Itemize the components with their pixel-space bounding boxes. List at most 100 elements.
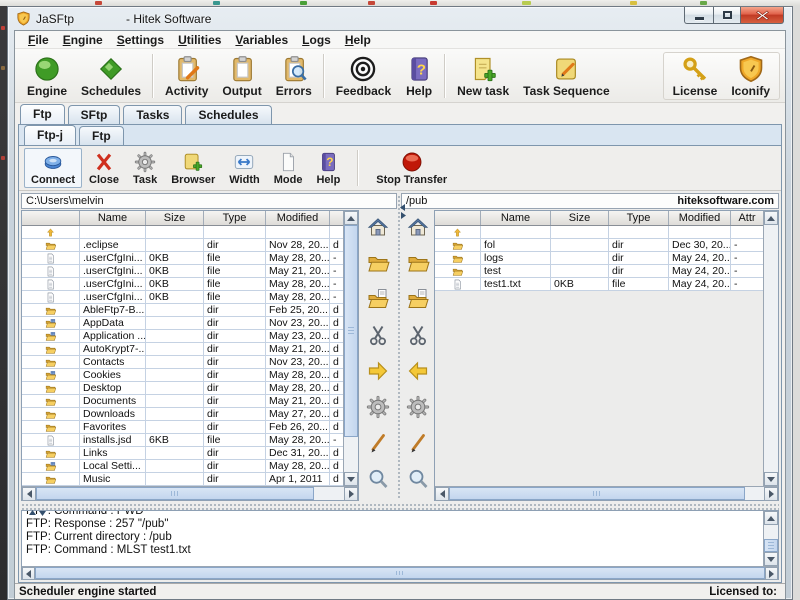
scrollbar-thumb[interactable] xyxy=(764,539,778,552)
local-vertical-scrollbar[interactable] xyxy=(343,211,358,486)
panel-splitter[interactable] xyxy=(397,195,401,499)
file-row-AppData[interactable]: AppDatadirNov 23, 20...d xyxy=(22,317,343,330)
file-row-logs[interactable]: logsdirMay 24, 20...- xyxy=(435,252,763,265)
file-row-AutoKrypt7-...[interactable]: AutoKrypt7-...dirMay 21, 20...d xyxy=(22,343,343,356)
scrollbar-track[interactable] xyxy=(745,487,764,500)
scroll-down-button[interactable] xyxy=(344,472,358,486)
file-row-installs.jsd[interactable]: installs.jsd6KBfileMay 28, 20...- xyxy=(22,434,343,447)
scrollbar-track[interactable] xyxy=(344,437,358,472)
scrollbar-thumb[interactable] xyxy=(35,567,765,579)
scroll-left-button[interactable] xyxy=(435,487,449,501)
log-output[interactable]: FTP: Command : PWDFTP: Response : 257 "/… xyxy=(22,511,763,566)
license-button[interactable]: License xyxy=(666,53,725,99)
scissors-button[interactable] xyxy=(366,323,390,352)
pen-button[interactable] xyxy=(406,431,430,460)
close-button[interactable] xyxy=(740,7,784,24)
column-header-type[interactable]: Type xyxy=(609,211,669,225)
scroll-up-button[interactable] xyxy=(344,211,358,225)
splitter-collapse-down-icon[interactable] xyxy=(39,504,46,522)
new-task-button[interactable]: New task xyxy=(450,53,516,99)
menu-help[interactable]: Help xyxy=(338,33,378,47)
file-row-.userCfgIni...[interactable]: .userCfgIni...0KBfileMay 28, 20...- xyxy=(22,291,343,304)
file-row-.eclipse[interactable]: .eclipsedirNov 28, 20...d xyxy=(22,239,343,252)
column-header-attr[interactable]: Attr xyxy=(731,211,763,225)
column-header-blank[interactable] xyxy=(330,211,343,225)
column-header-size[interactable]: Size xyxy=(146,211,204,225)
home-button[interactable] xyxy=(366,215,390,244)
arrow-left-button[interactable] xyxy=(406,359,430,388)
column-header-modified[interactable]: Modified xyxy=(669,211,731,225)
menu-file[interactable]: File xyxy=(21,33,56,47)
file-row-Music[interactable]: MusicdirApr 1, 2011d xyxy=(22,473,343,486)
scroll-right-button[interactable] xyxy=(344,487,358,501)
help-button[interactable]: ?Help xyxy=(398,53,440,99)
column-header-blank[interactable] xyxy=(435,211,481,225)
menu-logs[interactable]: Logs xyxy=(295,33,338,47)
activity-button[interactable]: Activity xyxy=(158,53,215,99)
file-row-AbleFtp7-B...[interactable]: AbleFtp7-B...dirFeb 25, 20...d xyxy=(22,304,343,317)
arrow-right-button[interactable] xyxy=(366,359,390,388)
file-row-test1.txt[interactable]: test1.txt0KBfileMay 24, 20...- xyxy=(435,278,763,291)
file-row-Documents[interactable]: DocumentsdirMay 21, 20...d xyxy=(22,395,343,408)
scrollbar-thumb[interactable] xyxy=(36,487,314,500)
task-button[interactable]: Task xyxy=(126,148,164,188)
subtab-ftp-j[interactable]: Ftp-j xyxy=(24,125,76,145)
magnifier-button[interactable] xyxy=(406,467,430,496)
magnifier-button[interactable] xyxy=(366,467,390,496)
tab-schedules[interactable]: Schedules xyxy=(185,105,271,124)
browser-button[interactable]: Browser xyxy=(164,148,222,188)
file-row-Links[interactable]: LinksdirDec 31, 20...d xyxy=(22,447,343,460)
connect-button[interactable]: Connect xyxy=(24,148,82,188)
splitter-collapse-right-icon[interactable] xyxy=(399,206,407,224)
width-button[interactable]: Width xyxy=(222,148,266,188)
file-row-parent-directory[interactable] xyxy=(22,226,343,239)
file-row-Application ...[interactable]: Application ...dirMay 23, 20...d xyxy=(22,330,343,343)
close-button[interactable]: Close xyxy=(82,148,126,188)
file-row-Local Setti...[interactable]: Local Setti...dirMay 28, 20...d xyxy=(22,460,343,473)
title-bar[interactable]: JaSFtp - Hitek Software xyxy=(8,7,792,30)
splitter-collapse-up-icon[interactable] xyxy=(29,503,36,521)
tab-tasks[interactable]: Tasks xyxy=(123,105,182,124)
pen-button[interactable] xyxy=(366,431,390,460)
scroll-right-button[interactable] xyxy=(764,487,778,501)
scrollbar-thumb[interactable] xyxy=(449,487,745,500)
subtab-ftp[interactable]: Ftp xyxy=(79,126,124,145)
scrollbar-thumb[interactable] xyxy=(344,225,358,437)
folder-up-button[interactable] xyxy=(366,287,390,316)
file-row-Desktop[interactable]: DesktopdirMay 28, 20...d xyxy=(22,382,343,395)
column-header-name[interactable]: Name xyxy=(80,211,146,225)
column-header-modified[interactable]: Modified xyxy=(266,211,330,225)
schedules-button[interactable]: Schedules xyxy=(74,53,148,99)
scrollbar-track[interactable] xyxy=(764,525,778,539)
file-row-parent-directory[interactable] xyxy=(435,226,763,239)
folder-open-button[interactable] xyxy=(366,251,390,280)
column-header-type[interactable]: Type xyxy=(204,211,266,225)
home-button[interactable] xyxy=(406,215,430,244)
iconify-button[interactable]: Iconify xyxy=(724,53,777,99)
scrollbar-track[interactable] xyxy=(314,487,344,500)
gear-button[interactable] xyxy=(406,395,430,424)
menu-variables[interactable]: Variables xyxy=(228,33,295,47)
column-header-name[interactable]: Name xyxy=(481,211,551,225)
column-header-blank[interactable] xyxy=(22,211,80,225)
file-row-.userCfgIni...[interactable]: .userCfgIni...0KBfileMay 28, 20...- xyxy=(22,252,343,265)
scroll-up-button[interactable] xyxy=(764,211,778,225)
scissors-button[interactable] xyxy=(406,323,430,352)
remote-horizontal-scrollbar[interactable] xyxy=(435,486,778,500)
file-row-Downloads[interactable]: DownloadsdirMay 27, 20...d xyxy=(22,408,343,421)
task-sequence-button[interactable]: Task Sequence xyxy=(516,53,616,99)
file-row-Favorites[interactable]: FavoritesdirFeb 26, 20...d xyxy=(22,421,343,434)
menu-settings[interactable]: Settings xyxy=(110,33,171,47)
log-horizontal-scrollbar[interactable] xyxy=(22,566,778,579)
scroll-down-button[interactable] xyxy=(764,552,778,566)
log-vertical-scrollbar[interactable] xyxy=(763,511,778,566)
tab-sftp[interactable]: SFtp xyxy=(68,105,121,124)
scroll-up-button[interactable] xyxy=(764,511,778,525)
file-row-test[interactable]: testdirMay 24, 20...- xyxy=(435,265,763,278)
output-button[interactable]: Output xyxy=(215,53,268,99)
folder-up-button[interactable] xyxy=(406,287,430,316)
tab-ftp[interactable]: Ftp xyxy=(20,104,65,124)
file-row-.userCfgIni...[interactable]: .userCfgIni...0KBfileMay 21, 20...- xyxy=(22,265,343,278)
scroll-left-button[interactable] xyxy=(22,567,35,580)
file-row-fol[interactable]: foldirDec 30, 20...- xyxy=(435,239,763,252)
